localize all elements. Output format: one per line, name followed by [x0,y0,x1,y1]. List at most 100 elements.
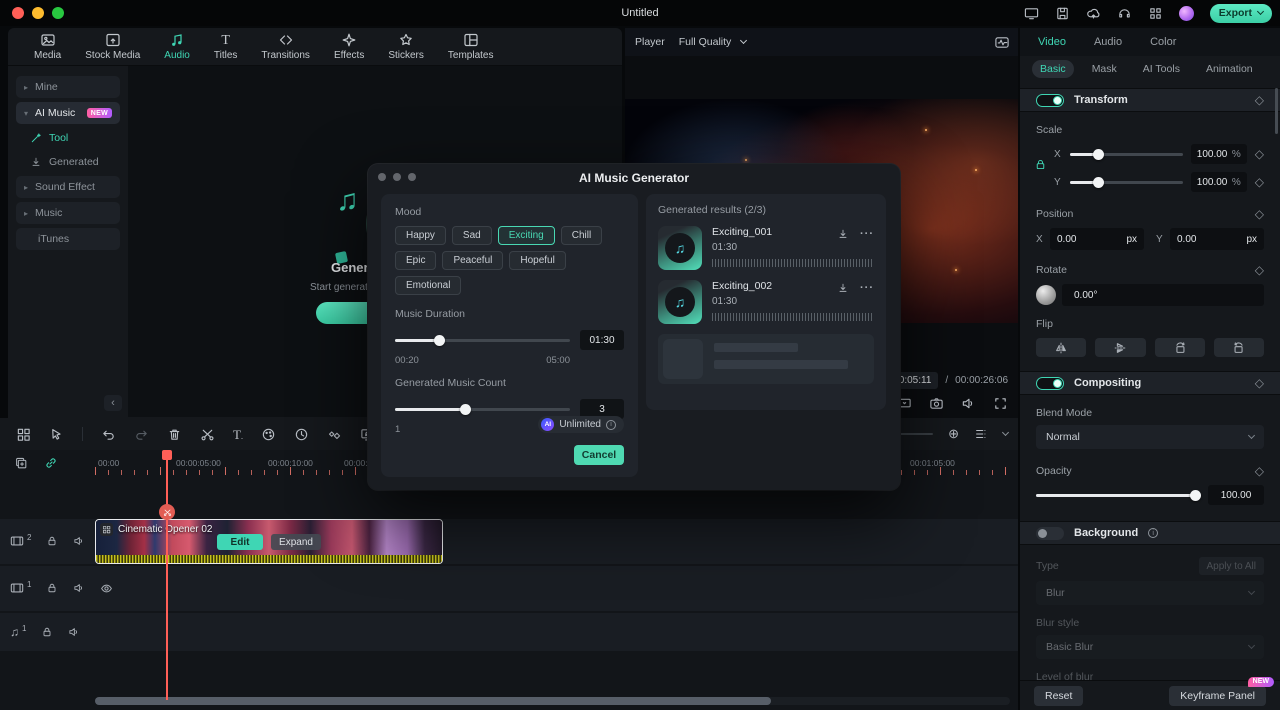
lock-icon[interactable] [46,535,58,547]
info-icon[interactable]: i [606,420,616,430]
scale-x-slider[interactable] [1070,153,1183,156]
rotate-input[interactable]: 0.00° [1062,284,1264,306]
tab-video[interactable]: Video [1038,36,1066,48]
export-button[interactable]: Export [1210,4,1272,23]
tab-templates[interactable]: Templates [448,32,494,61]
subtab-animation[interactable]: Animation [1198,60,1261,78]
download-icon[interactable] [837,282,849,294]
keyframe-diamond-icon[interactable]: ◇ [1255,148,1264,160]
tab-transitions[interactable]: Transitions [261,32,310,61]
more-options-icon[interactable]: ··· [860,228,874,240]
blur-style-dropdown[interactable]: Basic Blur [1036,635,1264,659]
sidebar-item-music[interactable]: ▸Music [16,202,120,224]
sidebar-item-ai-music[interactable]: ▾AI MusicNEW [16,102,120,124]
tab-titles[interactable]: T Titles [214,32,238,61]
playhead-split-button[interactable] [159,504,175,520]
keyframe-diamond-icon[interactable]: ◇ [1255,377,1264,389]
keyframe-diamond-icon[interactable]: ◇ [1255,264,1264,276]
sidebar-item-generated[interactable]: Generated [30,152,120,172]
cancel-button[interactable]: Cancel [574,445,624,465]
subtab-ai-tools[interactable]: AI Tools [1135,60,1188,78]
unlimited-plan-chip[interactable]: AI Unlimited i [538,416,624,433]
duration-slider[interactable] [395,339,570,342]
download-icon[interactable] [837,228,849,240]
duration-value[interactable]: 01:30 [580,330,624,350]
mood-emotional[interactable]: Emotional [395,276,461,295]
keyframe-diamond-icon[interactable]: ◇ [1255,208,1264,220]
mood-peaceful[interactable]: Peaceful [442,251,503,270]
position-y-input[interactable]: 0.00px [1170,228,1264,250]
link-scale-lock-icon[interactable] [1034,158,1047,171]
info-icon[interactable]: i [1148,528,1158,538]
tab-media[interactable]: Media [34,32,61,61]
save-icon[interactable] [1055,6,1070,21]
fullscreen-icon[interactable] [993,396,1008,411]
user-avatar[interactable] [1179,6,1194,21]
mood-exciting[interactable]: Exciting [498,226,555,245]
speed-clock-icon[interactable] [294,427,309,442]
apps-grid-icon[interactable] [1148,6,1163,21]
sidebar-item-sound-effect[interactable]: ▸Sound Effect [16,176,120,198]
mute-speaker-icon[interactable] [73,535,85,547]
mood-hopeful[interactable]: Hopeful [509,251,565,270]
inspector-scrollbar[interactable] [1275,88,1278,134]
sidebar-item-tool[interactable]: Tool [30,128,120,148]
color-palette-icon[interactable] [261,427,276,442]
clip-expand-button[interactable]: Expand [271,534,321,550]
subtab-mask[interactable]: Mask [1084,60,1125,78]
result-item[interactable]: ♫ Exciting_001 01:30 ··· [658,226,874,270]
undo-icon[interactable] [101,427,116,442]
cloud-upload-icon[interactable] [1086,6,1101,21]
rotate-ccw-button[interactable] [1155,338,1205,357]
clip-edit-button[interactable]: Edit [217,534,263,550]
collapse-sidebar-button[interactable]: ‹ [104,395,122,411]
blend-mode-dropdown[interactable]: Normal [1036,425,1264,449]
auto-ripple-link-icon[interactable] [44,456,58,470]
result-item[interactable]: ♫ Exciting_002 01:30 ··· [658,280,874,324]
tab-effects[interactable]: Effects [334,32,364,61]
opacity-input[interactable]: 100.00 [1208,485,1264,505]
timeline-hscroll-thumb[interactable] [95,697,771,705]
reset-button[interactable]: Reset [1034,686,1083,706]
layout-grid-icon[interactable] [16,427,31,442]
count-slider[interactable] [395,408,570,411]
apply-to-all-button[interactable]: Apply to All [1199,557,1264,575]
background-type-dropdown[interactable]: Blur [1036,581,1264,605]
keyframe-diamond-icon[interactable]: ◇ [1255,465,1264,477]
select-tool-icon[interactable] [49,427,64,442]
mute-speaker-icon[interactable] [73,582,85,594]
rotate-cw-button[interactable] [1214,338,1264,357]
tab-stock-media[interactable]: Stock Media [85,32,140,61]
copy-to-track-icon[interactable] [14,456,28,470]
split-scissors-icon[interactable] [200,427,215,442]
hide-eye-icon[interactable] [100,582,113,595]
flip-vertical-button[interactable] [1095,338,1145,357]
flip-horizontal-button[interactable] [1036,338,1086,357]
sidebar-item-mine[interactable]: ▸Mine [16,76,120,98]
mood-sad[interactable]: Sad [452,226,492,245]
redo-icon[interactable] [134,427,149,442]
monitor-icon[interactable] [1024,6,1039,21]
keyframe-diamond-icon[interactable]: ◇ [1255,176,1264,188]
scale-y-slider[interactable] [1070,181,1183,184]
compositing-toggle[interactable] [1036,377,1064,390]
support-headset-icon[interactable] [1117,6,1132,21]
playhead-handle[interactable] [162,450,172,460]
playhead-line[interactable] [166,450,168,700]
tab-audio[interactable]: Audio [164,32,190,61]
scopes-icon[interactable] [994,35,1010,50]
lock-icon[interactable] [46,582,58,594]
scale-x-input[interactable]: 100.00% [1191,144,1247,164]
keyframe-panel-button[interactable]: Keyframe PanelNEW [1169,686,1266,706]
mood-epic[interactable]: Epic [395,251,436,270]
tab-stickers[interactable]: Stickers [388,32,424,61]
quality-dropdown[interactable]: Full Quality [679,36,747,48]
timeline-clip[interactable]: Cinematic Opener 02 Edit Expand [95,519,443,564]
tab-audio-inspector[interactable]: Audio [1094,36,1122,48]
delete-icon[interactable] [167,427,182,442]
background-toggle[interactable] [1036,527,1064,540]
zoom-fit-icon[interactable]: ⊕ [948,426,959,442]
keyframe-tool-icon[interactable] [327,427,342,442]
lock-icon[interactable] [41,626,53,638]
text-tool-icon[interactable]: T. [233,428,243,441]
